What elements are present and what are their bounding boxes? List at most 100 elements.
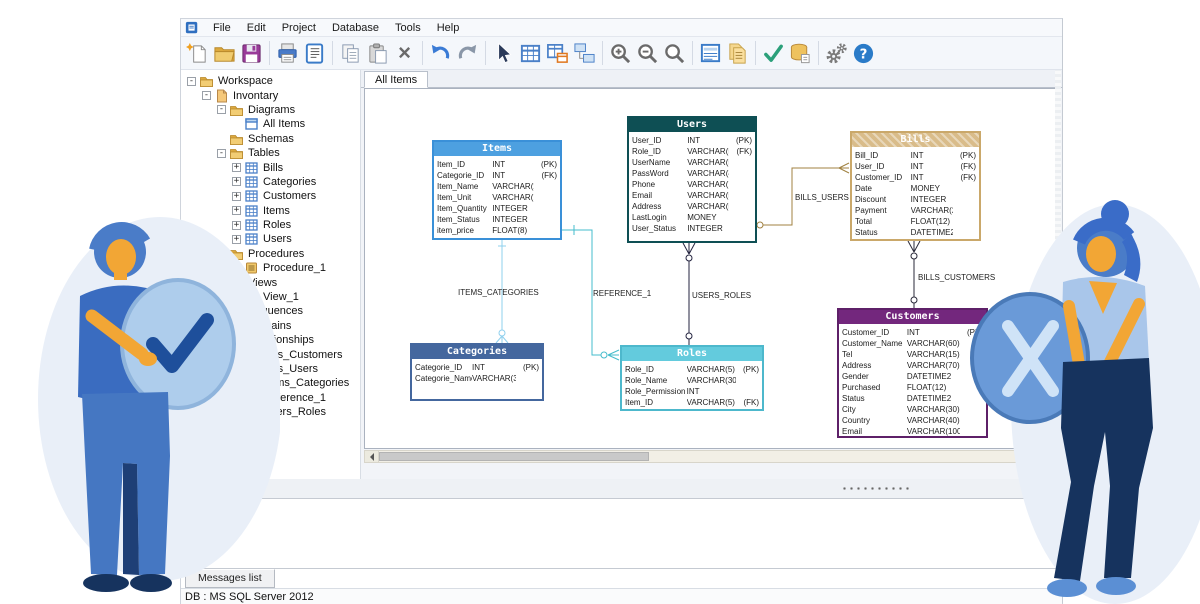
validate-check-button[interactable] — [760, 40, 787, 67]
tab-all-items[interactable]: All Items — [364, 71, 429, 88]
select-cursor-button[interactable] — [490, 40, 517, 67]
menu-help[interactable]: Help — [429, 19, 468, 37]
sidebar-item-customers[interactable]: + Customers — [181, 189, 360, 203]
column-type: INT — [686, 387, 700, 396]
diagram-canvas[interactable]: Items Item_ID INT (PK) Categorie_ID INT (FK) It… — [364, 88, 1061, 449]
toolbar-separator — [332, 41, 333, 65]
column-name: Role_Name — [625, 376, 668, 385]
table-icon — [520, 44, 541, 62]
illustration-woman-x — [970, 200, 1200, 604]
sidebar-item-all-items[interactable]: All Items — [181, 117, 360, 131]
collapse-icon[interactable]: - — [187, 76, 196, 86]
sidebar-item-label: Bills — [263, 161, 284, 174]
column-name: Purchased — [842, 383, 881, 392]
redo-button[interactable] — [454, 40, 481, 67]
zoom-in-button[interactable] — [607, 40, 634, 67]
database-script-button[interactable] — [787, 40, 814, 67]
relationship-label-reference-1: REFERENCE_1 — [593, 289, 652, 298]
expand-icon[interactable]: + — [232, 191, 241, 201]
sidebar-item-label: All Items — [263, 118, 306, 131]
stage: File Edit Project Database Tools Help ×? - Wor… — [0, 0, 1200, 604]
table-column-row: Item_Status INTEGER — [434, 214, 560, 225]
table-designer-button[interactable] — [544, 40, 571, 67]
status-bar: DB : MS SQL Server 2012 — [181, 588, 1062, 604]
table-button[interactable] — [517, 40, 544, 67]
print-button[interactable] — [274, 40, 301, 67]
sidebar-item-schemas[interactable]: Schemas — [181, 132, 360, 146]
column-type: FLOAT(12) — [906, 383, 947, 392]
column-key: (FK) — [960, 162, 976, 171]
undo-button[interactable] — [427, 40, 454, 67]
paste-icon — [369, 42, 387, 64]
column-type: VARCHAR(15) — [492, 193, 534, 202]
diagram-table-roles[interactable]: Roles Role_ID VARCHAR(5) (PK) Role_Name VARCH… — [620, 345, 764, 411]
table-column-row: PassWord VARCHAR(40) — [629, 168, 755, 179]
help-button[interactable]: ? — [850, 40, 877, 67]
table-columns: Bill_ID INT (PK) User_ID INT (FK) Customer_ID I… — [852, 147, 979, 240]
table-header: Users — [629, 118, 755, 132]
zoom-button[interactable] — [661, 40, 688, 67]
sidebar-item-tables[interactable]: - Tables — [181, 146, 360, 160]
diagram-table-users[interactable]: Users User_ID INT (PK) Role_ID VARCHAR(5) (FK)… — [627, 116, 757, 243]
column-name: Gender — [842, 372, 869, 381]
validate-check-icon — [764, 44, 783, 62]
new-file-button[interactable] — [184, 40, 211, 67]
delete-button[interactable]: × — [391, 40, 418, 67]
sidebar-item-categories[interactable]: + Categories — [181, 175, 360, 189]
diagram-table-categories[interactable]: Categories Categorie_ID INT (PK) Categorie_N… — [410, 343, 544, 401]
column-key — [729, 168, 752, 179]
panel-splitter[interactable] — [181, 479, 1062, 498]
report-button[interactable] — [697, 40, 724, 67]
copy-button[interactable] — [337, 40, 364, 67]
column-type: INT — [906, 328, 920, 337]
menu-tools[interactable]: Tools — [387, 19, 429, 37]
table-columns: Role_ID VARCHAR(5) (PK) Role_Name VARCHAR(30… — [622, 361, 762, 410]
column-type: VARCHAR(40) — [687, 169, 729, 178]
relationship-tool-button[interactable] — [571, 40, 598, 67]
collapse-icon[interactable]: - — [217, 105, 226, 115]
diagram-table-bills[interactable]: Bills Bill_ID INT (PK) User_ID INT (FK) Custome… — [850, 131, 981, 241]
canvas-area: All Items Items Item_ID INT (PK) Categor… — [361, 70, 1062, 479]
diagram-tab-bar: All Items — [361, 70, 1062, 88]
table-header: Items — [434, 142, 560, 156]
column-key — [729, 223, 752, 234]
column-type: VARCHAR(5) — [686, 365, 735, 374]
menu-file[interactable]: File — [205, 19, 239, 37]
scrollbar-thumb[interactable] — [379, 452, 649, 461]
sidebar-item-bills[interactable]: + Bills — [181, 160, 360, 174]
table-column-row: Item_ID VARCHAR(5) (FK) — [622, 397, 762, 408]
collapse-icon[interactable]: - — [202, 91, 211, 101]
column-type: VARCHAR(5) — [687, 147, 729, 156]
column-key: (PK) — [960, 151, 976, 160]
column-name: User_ID — [855, 162, 885, 171]
canvas-horizontal-scrollbar[interactable] — [364, 450, 1061, 463]
column-key: (PK) — [736, 136, 752, 145]
collapse-icon[interactable]: - — [217, 148, 226, 158]
messages-panel — [183, 498, 1060, 569]
documents-button[interactable] — [724, 40, 751, 67]
notes-button[interactable] — [301, 40, 328, 67]
undo-icon — [431, 44, 450, 59]
table-column-row: Phone VARCHAR(15) — [629, 179, 755, 190]
sidebar-item-diagrams[interactable]: - Diagrams — [181, 103, 360, 117]
column-name: Customer_ID — [855, 173, 903, 182]
table-column-row: Address VARCHAR(50) — [629, 201, 755, 212]
column-name: Status — [855, 228, 878, 237]
save-button[interactable] — [238, 40, 265, 67]
menu-database[interactable]: Database — [324, 19, 387, 37]
menu-project[interactable]: Project — [274, 19, 324, 37]
scroll-left-arrow[interactable] — [365, 451, 379, 462]
paste-button[interactable] — [364, 40, 391, 67]
open-folder-button[interactable] — [211, 40, 238, 67]
sidebar-item-invontary[interactable]: - Invontary — [181, 88, 360, 103]
menu-edit[interactable]: Edit — [239, 19, 274, 37]
column-name: Tel — [842, 350, 853, 359]
zoom-out-button[interactable] — [634, 40, 661, 67]
sidebar-item-workspace[interactable]: - Workspace — [181, 74, 360, 88]
expand-icon[interactable]: + — [232, 163, 241, 173]
column-type: INTEGER — [910, 195, 947, 204]
settings-gears-button[interactable] — [823, 40, 850, 67]
toolbar-separator — [692, 41, 693, 65]
expand-icon[interactable]: + — [232, 177, 241, 187]
diagram-table-items[interactable]: Items Item_ID INT (PK) Categorie_ID INT (FK) It… — [432, 140, 562, 240]
